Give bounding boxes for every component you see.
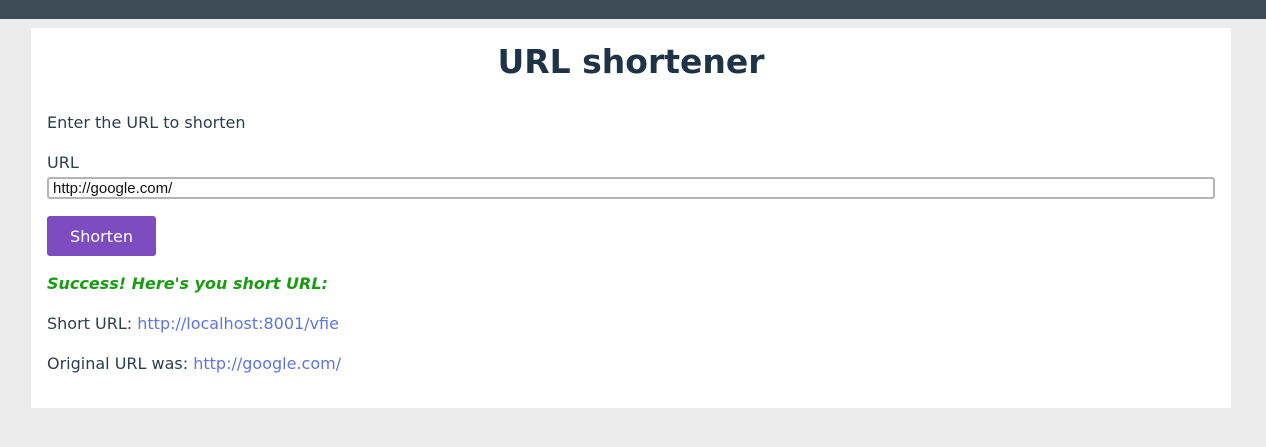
top-bar bbox=[0, 0, 1266, 19]
url-field-label: URL bbox=[47, 153, 79, 172]
original-url-line: Original URL was: http://google.com/ bbox=[47, 354, 341, 374]
short-url-label: Short URL: bbox=[47, 314, 138, 333]
short-url-link[interactable]: http://localhost:8001/vfie bbox=[137, 314, 339, 333]
intro-text: Enter the URL to shorten bbox=[47, 113, 246, 132]
shorten-button[interactable]: Shorten bbox=[47, 216, 156, 256]
short-url-line: Short URL: http://localhost:8001/vfie bbox=[47, 314, 339, 334]
original-url-link[interactable]: http://google.com/ bbox=[193, 354, 341, 373]
url-input[interactable] bbox=[47, 177, 1215, 199]
success-message: Success! Here's you short URL: bbox=[47, 274, 328, 293]
page-title: URL shortener bbox=[497, 42, 765, 81]
original-url-label: Original URL was: bbox=[47, 354, 194, 373]
main-card: URL shortener Enter the URL to shorten U… bbox=[31, 28, 1231, 408]
